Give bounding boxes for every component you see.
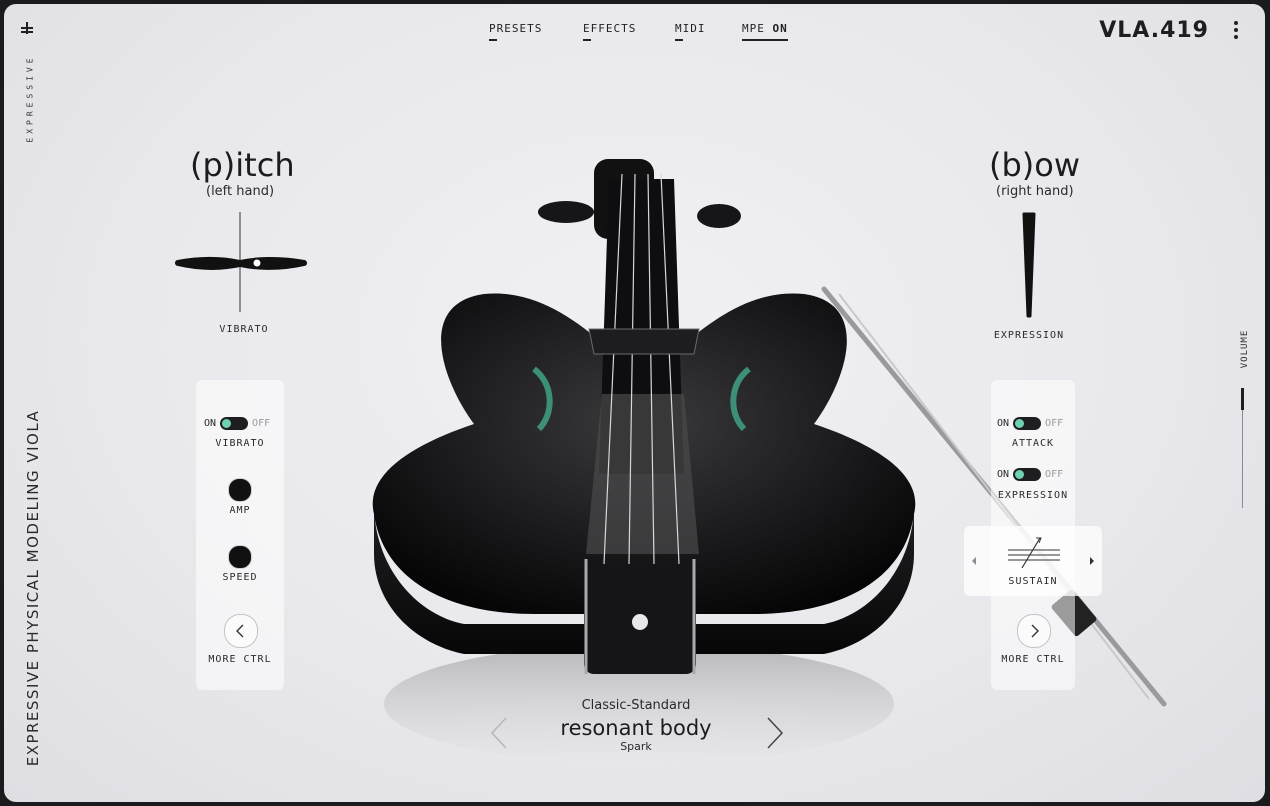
- vibrato-curve: [175, 256, 307, 270]
- volume-label: VOLUME: [1240, 329, 1250, 369]
- app-window: PRESETS EFFECTS MIDI MPE ON VLA.419 EXPR…: [4, 4, 1265, 802]
- mode-prev-icon[interactable]: [970, 556, 978, 566]
- amp-knob-label: AMP: [229, 505, 251, 516]
- product-logo: VLA.419: [1099, 18, 1209, 43]
- more-ctrl-right-button[interactable]: [1017, 614, 1051, 648]
- bow-title: (b)ow: [989, 146, 1081, 184]
- nav-mpe-label: MPE: [742, 22, 765, 35]
- toggle-off-label: OFF: [1045, 469, 1064, 480]
- nav-presets-label: PRESETS: [489, 22, 543, 35]
- brand-logo-icon: [21, 22, 33, 34]
- nav-underline: [675, 39, 683, 41]
- vibrato-toggle[interactable]: [220, 417, 249, 430]
- expression-toggle-row: ON OFF: [997, 468, 1063, 481]
- expression-meter-label: EXPRESSION: [993, 330, 1065, 341]
- chevron-right-icon: [1031, 624, 1039, 638]
- attack-toggle[interactable]: [1013, 417, 1042, 430]
- vibrato-toggle-row: ON OFF: [204, 417, 270, 430]
- vibrato-toggle-label: VIBRATO: [215, 438, 265, 449]
- nav-midi-label: MIDI: [675, 22, 706, 35]
- nav-underline: [489, 39, 497, 41]
- more-ctrl-right-label: MORE CTRL: [1001, 654, 1065, 665]
- pitch-title: (p)itch: [190, 146, 295, 184]
- toggle-off-label: OFF: [252, 418, 271, 429]
- bow-mode-selector: SUSTAIN: [964, 526, 1102, 596]
- nav-effects-label: EFFECTS: [583, 22, 637, 35]
- pitch-control-panel: ON OFF VIBRATO AMP SPEED MORE CTRL: [196, 380, 284, 690]
- toggle-on-label: ON: [997, 469, 1010, 480]
- nav-underline-active: [742, 39, 788, 41]
- chevron-left-icon: [236, 624, 244, 638]
- kebab-menu-icon[interactable]: [1233, 21, 1239, 39]
- nav-mpe[interactable]: MPE ON: [742, 22, 788, 41]
- top-nav: PRESETS EFFECTS MIDI MPE ON: [4, 22, 1265, 46]
- more-ctrl-left-button[interactable]: [224, 614, 258, 648]
- nav-effects[interactable]: EFFECTS: [583, 22, 637, 41]
- vibrato-xy-pad[interactable]: [174, 212, 309, 322]
- sustain-mode-label: SUSTAIN: [1008, 576, 1058, 587]
- speed-knob-label: SPEED: [222, 572, 258, 583]
- speed-knob[interactable]: [228, 545, 252, 569]
- product-title: EXPRESSIVE PHYSICAL MODELING VIOLA: [24, 409, 42, 767]
- bow-subtitle: (right hand): [996, 184, 1074, 199]
- preset-name[interactable]: resonant body: [486, 716, 786, 740]
- amp-knob[interactable]: [228, 478, 252, 502]
- more-ctrl-left-label: MORE CTRL: [208, 654, 272, 665]
- pitch-subtitle: (left hand): [206, 184, 275, 199]
- sustain-staff-icon: [1008, 537, 1060, 569]
- toggle-off-label: OFF: [1045, 418, 1064, 429]
- preset-category: Classic-Standard: [581, 698, 691, 713]
- expression-level: [1022, 212, 1036, 318]
- preset-next-icon[interactable]: [764, 716, 786, 750]
- brand-wordmark: EXPRESSIVE: [25, 54, 35, 143]
- attack-toggle-row: ON OFF: [997, 417, 1063, 430]
- volume-slider-thumb[interactable]: [1241, 388, 1244, 410]
- nav-midi[interactable]: MIDI: [675, 22, 706, 41]
- vibrato-handle[interactable]: [252, 258, 262, 268]
- expression-toggle-label: EXPRESSION: [997, 490, 1069, 501]
- vibrato-xy-label: VIBRATO: [219, 324, 269, 335]
- preset-author: Spark: [620, 740, 652, 753]
- attack-toggle-label: ATTACK: [1011, 438, 1055, 449]
- nav-underline: [583, 39, 591, 41]
- nav-presets[interactable]: PRESETS: [489, 22, 543, 41]
- toggle-on-label: ON: [997, 418, 1010, 429]
- toggle-on-label: ON: [204, 418, 217, 429]
- mode-next-icon[interactable]: [1088, 556, 1096, 566]
- expression-toggle[interactable]: [1013, 468, 1042, 481]
- nav-mpe-state: ON: [772, 22, 788, 35]
- expression-meter[interactable]: [1018, 212, 1040, 320]
